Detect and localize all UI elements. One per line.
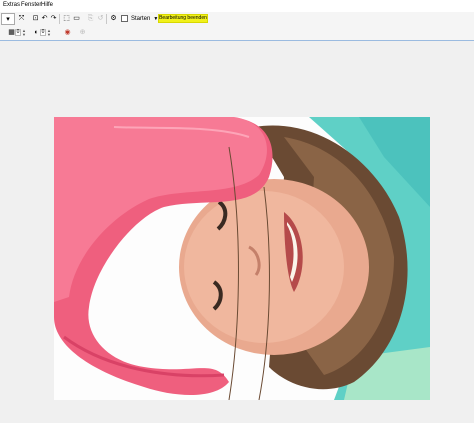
photo-illustration xyxy=(54,117,430,400)
rotate-left-icon[interactable]: ↶ xyxy=(40,14,49,23)
finish-editing-button[interactable]: Bearbeitung beenden xyxy=(158,14,208,23)
rotate-right-icon[interactable]: ↷ xyxy=(49,14,58,23)
menu-fenster[interactable]: Fenster xyxy=(21,2,41,8)
value-b-stepper[interactable]: 0 ▲ ▼ xyxy=(40,28,51,37)
crop-icon[interactable]: ⊡ xyxy=(31,14,40,23)
document-icon xyxy=(121,15,128,22)
photo-image xyxy=(54,117,430,400)
gear-icon[interactable]: ⚙ xyxy=(109,14,118,23)
undo-icon: ↺ xyxy=(97,15,104,22)
frame-icon[interactable]: ▭ xyxy=(72,14,81,23)
value-a-stepper[interactable]: 0 ▲ ▼ xyxy=(15,28,26,37)
main-toolbar: ▾ ⤧ ⊡ ↶ ↷ ⬚ ▭ ⎘ ↺ ⚙ Starten ▼ Bearbeitun… xyxy=(0,12,474,27)
copy-icon: ⎘ xyxy=(87,15,94,22)
dropdown-icon[interactable]: ▾ xyxy=(1,13,15,25)
eye-icon[interactable]: ◉ xyxy=(63,28,72,37)
value-a-field[interactable]: 0 xyxy=(15,29,21,36)
select-icon[interactable]: ⬚ xyxy=(62,14,71,23)
toolbar-divider xyxy=(106,14,107,24)
start-dropdown[interactable]: Starten ▼ xyxy=(121,14,158,23)
secondary-toolbar: ▦ 0 ▲ ▼ ◐ 0 ▲ ▼ ◉ ⊕ xyxy=(0,26,474,40)
start-label: Starten xyxy=(131,15,151,22)
stepper-arrows-icon[interactable]: ▲ ▼ xyxy=(22,28,26,37)
fit-icon[interactable]: ⤧ xyxy=(17,14,26,23)
target-icon: ⊕ xyxy=(79,29,86,36)
menu-hilfe[interactable]: Hilfe xyxy=(41,2,53,8)
toolbar-divider xyxy=(59,14,60,24)
menu-extras[interactable]: Extras xyxy=(3,2,20,8)
stepper-arrows-icon[interactable]: ▲ ▼ xyxy=(47,28,51,37)
value-b-field[interactable]: 0 xyxy=(40,29,46,36)
